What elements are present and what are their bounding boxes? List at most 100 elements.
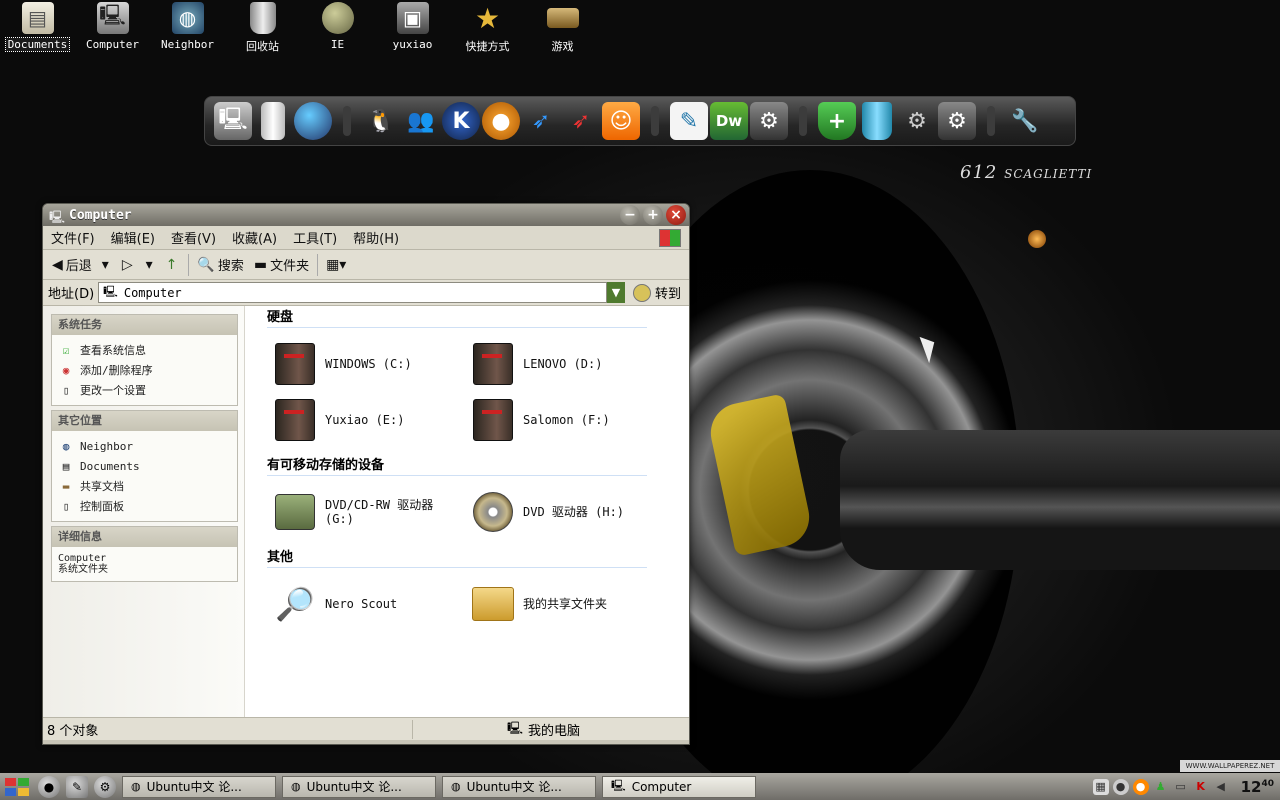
menu-file[interactable]: 文件(F) <box>43 228 103 247</box>
nero-scout[interactable]: 🔎 Nero Scout <box>273 576 471 632</box>
place-neighbor[interactable]: ◍ Neighbor <box>58 436 231 456</box>
panel-header[interactable]: 系统任务 <box>52 315 237 335</box>
dock-settings-icon[interactable]: ⚙ <box>750 102 788 140</box>
place-documents[interactable]: ▤ Documents <box>58 456 231 476</box>
task-view-system-info[interactable]: ☑ 查看系统信息 <box>58 340 231 360</box>
dock-recycle-bin-icon[interactable] <box>862 102 892 140</box>
up-button[interactable]: ↑ <box>161 253 186 277</box>
dock-computer-icon[interactable]: 🖳 <box>214 102 252 140</box>
dock-wrench-icon[interactable]: 🔧 <box>1006 102 1044 140</box>
computer-icon: 🖳 <box>611 779 626 792</box>
dock-kugou-icon[interactable]: K <box>442 102 480 140</box>
settings-icon: ▯ <box>62 383 70 397</box>
maximize-button[interactable]: + <box>643 205 663 225</box>
dock-shield-plus-icon[interactable]: + <box>818 102 856 140</box>
back-dropdown-button[interactable]: ▾ <box>97 253 117 277</box>
menu-tools[interactable]: 工具(T) <box>285 228 345 247</box>
status-bar: 8 个对象 🖳 我的电脑 <box>43 718 689 740</box>
drive-e[interactable]: Yuxiao (E:) <box>273 392 471 448</box>
system-tasks-panel: 系统任务 ☑ 查看系统信息 ◉ 添加/删除程序 ▯ 更改一个设置 <box>51 314 238 406</box>
documents-icon: ▤ <box>21 2 54 34</box>
media-tray-icon[interactable]: ● <box>1132 778 1149 795</box>
quicklaunch-tools-icon[interactable]: ✎ <box>66 775 88 798</box>
content-area: 系统任务 ☑ 查看系统信息 ◉ 添加/删除程序 ▯ 更改一个设置 其它位置 ◍ Neig… <box>43 306 689 718</box>
clock[interactable]: 1240 <box>1241 778 1274 796</box>
desktop-icon-neighbor[interactable]: ◍ Neighbor <box>150 0 225 56</box>
drive-h[interactable]: DVD 驱动器 (H:) <box>471 484 669 540</box>
taskbar-item[interactable]: ◍ Ubuntu中文 论... <box>282 775 436 798</box>
dock-control-panel-icon[interactable]: ⚙ <box>938 102 976 140</box>
disc-box-icon: ◉ <box>62 363 70 377</box>
back-button[interactable]: ◀ 后退 <box>47 253 97 277</box>
start-button[interactable] <box>2 775 32 799</box>
search-button[interactable]: 🔍 搜索 <box>192 253 248 277</box>
antivirus-icon[interactable]: K <box>1193 779 1209 795</box>
chevron-down-icon: ▾ <box>101 256 109 273</box>
place-control-panel[interactable]: ▯ 控制面板 <box>58 496 231 516</box>
volume-icon[interactable]: ◀ <box>1213 779 1229 795</box>
place-shared-documents[interactable]: ▬ 共享文档 <box>58 476 231 496</box>
desktop-icons: ▤ Documents 🖳 Computer ◍ Neighbor 回收站 IE… <box>0 0 600 56</box>
chevron-down-icon: ▾ <box>145 256 153 273</box>
desktop-icon-shortcuts[interactable]: ★ 快捷方式 <box>450 0 525 56</box>
desktop-icon-recycle-bin[interactable]: 回收站 <box>225 0 300 56</box>
network-icon: ◍ <box>171 2 204 34</box>
taskbar: ● ✎ ⚙ ◍ Ubuntu中文 论... ◍ Ubuntu中文 论... ◍ Ubu… <box>0 773 1280 800</box>
dock-qq-penguin-icon[interactable]: 🐧 <box>362 102 400 140</box>
desktop-icon-ie[interactable]: IE <box>300 0 375 56</box>
explorer-window: 🖳 Computer − + × 文件(F) 编辑(E) 查看(V) 收藏(A)… <box>42 203 690 745</box>
forward-button[interactable]: ▷ <box>117 253 141 277</box>
window-titlebar[interactable]: 🖳 Computer − + × <box>43 204 689 226</box>
other-places-panel: 其它位置 ◍ Neighbor ▤ Documents ▬ 共享文档 ▯ 控制面板 <box>51 410 238 522</box>
menu-view[interactable]: 查看(V) <box>163 228 224 247</box>
go-button[interactable]: 转到 <box>625 283 689 302</box>
views-button[interactable]: ▦▾ <box>321 253 354 277</box>
dock-usb-icon[interactable] <box>261 102 285 140</box>
windows-flag-icon <box>659 229 681 247</box>
details-name: Computer <box>58 553 107 564</box>
task-change-setting[interactable]: ▯ 更改一个设置 <box>58 380 231 400</box>
desktop-icon-games[interactable]: 游戏 <box>525 0 600 56</box>
dock-gears-icon[interactable]: ⚙ <box>898 102 936 140</box>
panel-header[interactable]: 其它位置 <box>52 411 237 431</box>
drive-d[interactable]: LENOVO (D:) <box>471 336 669 392</box>
menu-help[interactable]: 帮助(H) <box>345 228 407 247</box>
folders-button[interactable]: ▬ 文件夹 <box>249 253 314 277</box>
msn-tray-icon[interactable]: ♟ <box>1153 779 1169 795</box>
dock-media-player-icon[interactable]: ● <box>482 102 520 140</box>
details-type: 系统文件夹 <box>58 564 108 575</box>
dock-bird-blue-icon[interactable]: ➶ <box>522 102 560 140</box>
close-button[interactable]: × <box>666 205 686 225</box>
forward-dropdown-button[interactable]: ▾ <box>141 253 161 277</box>
panel-header[interactable]: 详细信息 <box>52 527 237 547</box>
address-dropdown-button[interactable]: ▼ <box>606 282 625 303</box>
user-folder-icon: ▣ <box>396 2 429 34</box>
desktop-icon-computer[interactable]: 🖳 Computer <box>75 0 150 56</box>
quicklaunch-desktop-icon[interactable]: ● <box>38 775 60 798</box>
dock-feather-icon[interactable]: ✎ <box>670 102 708 140</box>
taskbar-item-computer[interactable]: 🖳 Computer <box>602 775 756 798</box>
task-add-remove-programs[interactable]: ◉ 添加/删除程序 <box>58 360 231 380</box>
dock-bird-red-icon[interactable]: ➶ <box>562 102 600 140</box>
dock-globe-icon[interactable] <box>294 102 332 140</box>
taskbar-item[interactable]: ◍ Ubuntu中文 论... <box>442 775 596 798</box>
dock-msn-icon[interactable]: 👥 <box>402 102 440 140</box>
taskbar-item[interactable]: ◍ Ubuntu中文 论... <box>122 775 276 798</box>
printer-icon[interactable]: ▭ <box>1173 779 1189 795</box>
drive-f[interactable]: Salomon (F:) <box>471 392 669 448</box>
drive-c[interactable]: WINDOWS (C:) <box>273 336 471 392</box>
dock-dreamweaver-icon[interactable]: Dw <box>710 102 748 140</box>
minimize-button[interactable]: − <box>620 205 640 225</box>
dock-pps-icon[interactable]: ☺ <box>602 102 640 140</box>
drive-g[interactable]: DVD/CD-RW 驱动器 (G:) <box>273 484 471 540</box>
keyboard-icon[interactable]: ▦ <box>1092 778 1109 795</box>
network-status-icon[interactable]: ● <box>1112 778 1129 795</box>
address-input[interactable]: 🖳 Computer <box>98 282 607 303</box>
my-shared-folder[interactable]: 我的共享文件夹 <box>471 576 669 632</box>
menu-edit[interactable]: 编辑(E) <box>103 228 163 247</box>
desktop-icon-yuxiao[interactable]: ▣ yuxiao <box>375 0 450 56</box>
desktop-icon-documents[interactable]: ▤ Documents <box>0 0 75 56</box>
quicklaunch-media-icon[interactable]: ⚙ <box>94 775 116 798</box>
menu-favorites[interactable]: 收藏(A) <box>224 228 285 247</box>
hard-drive-icon <box>473 343 513 385</box>
